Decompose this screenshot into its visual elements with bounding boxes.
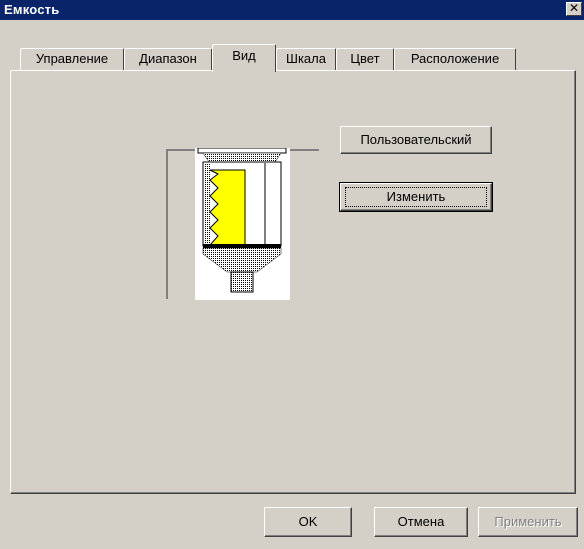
ok-button[interactable]: OK (264, 507, 352, 537)
close-icon: ✕ (568, 1, 580, 15)
tab-label: Управление (35, 51, 109, 66)
focus-rectangle (345, 187, 487, 207)
tank-icon (197, 147, 287, 293)
tab-label: Диапазон (139, 51, 197, 66)
change-button[interactable]: Изменить (339, 182, 493, 212)
tab-layout[interactable]: Расположение (394, 48, 516, 70)
tab-label: Шкала (286, 51, 326, 66)
apply-button-label: Применить (494, 514, 562, 529)
tab-scale[interactable]: Шкала (276, 48, 336, 70)
custom-button-label: Пользовательский (360, 132, 472, 147)
ok-button-label: OK (298, 514, 318, 529)
tank-preview (195, 147, 290, 300)
tank-top-cap (197, 147, 287, 154)
tank-top-dome (202, 152, 282, 163)
title-bar[interactable]: Емкость ✕ (0, 0, 584, 20)
tank-liquid-level (208, 169, 246, 246)
tab-label: Вид (232, 48, 256, 63)
tab-label: Цвет (350, 51, 380, 66)
tank-properties-dialog: Емкость ✕ Управление Диапазон Вид Шкала … (0, 0, 584, 549)
tab-control[interactable]: Управление (20, 48, 124, 70)
tank-nozzle (230, 271, 254, 293)
window-title: Емкость (4, 2, 60, 17)
tab-view[interactable]: Вид (212, 44, 276, 72)
tab-color[interactable]: Цвет (336, 48, 394, 70)
custom-button[interactable]: Пользовательский (340, 126, 492, 154)
tank-bottom-bar (203, 244, 281, 248)
close-button[interactable]: ✕ (566, 2, 582, 16)
tab-label: Расположение (410, 51, 500, 66)
apply-button[interactable]: Применить (478, 507, 578, 537)
tab-range[interactable]: Диапазон (124, 48, 212, 70)
cancel-button[interactable]: Отмена (374, 507, 468, 537)
tank-wall-left (204, 163, 210, 245)
cancel-button-label: Отмена (397, 514, 445, 529)
tank-bottom-cone (202, 247, 282, 273)
